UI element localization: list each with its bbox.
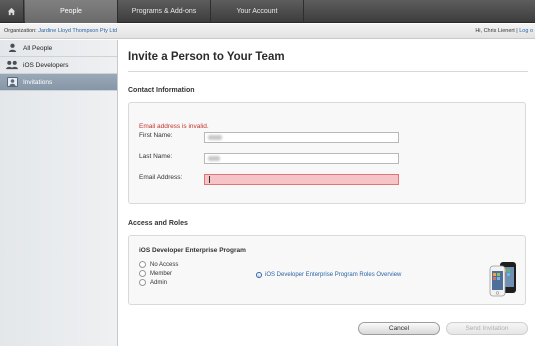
person-icon — [5, 43, 19, 54]
last-name-label: Last Name: — [139, 153, 173, 160]
user-greeting: Hi, Chris Lienert | — [475, 28, 518, 34]
role-label: No Access — [150, 261, 179, 268]
sidebar-item-all-people[interactable]: All People — [0, 40, 117, 57]
radio-button[interactable] — [139, 270, 146, 277]
roles-overview-label: iOS Developer Enterprise Program Roles O… — [265, 272, 402, 278]
top-nav-bar: People Programs & Add-ons Your Account — [0, 0, 535, 23]
people-group-icon — [5, 60, 19, 71]
cancel-button[interactable]: Cancel — [358, 322, 440, 335]
redacted-value — [208, 135, 222, 140]
home-button[interactable] — [0, 0, 24, 23]
info-icon: i — [256, 272, 262, 278]
home-icon — [7, 7, 16, 16]
sidebar-item-label: iOS Developers — [23, 61, 69, 69]
contact-info-panel: Email address is invalid. First Name: La… — [128, 102, 526, 204]
sidebar-item-ios-developers[interactable]: iOS Developers — [0, 57, 117, 74]
contact-info-heading: Contact Information — [128, 87, 195, 94]
user-info: Hi, Chris Lienert | Log o — [475, 28, 533, 34]
role-option-admin[interactable]: Admin — [139, 279, 167, 286]
iphone-icon — [489, 262, 516, 297]
page-title: Invite a Person to Your Team — [128, 51, 285, 63]
tab-people[interactable]: People — [25, 0, 118, 23]
logout-link[interactable]: Log o — [519, 28, 533, 34]
main-content: Invite a Person to Your Team Contact Inf… — [118, 40, 535, 346]
invitation-icon — [5, 77, 19, 88]
organization-info: Organization: Jardine Lloyd Thompson Pty… — [4, 28, 117, 34]
sidebar-item-invitations[interactable]: Invitations — [0, 74, 117, 91]
send-invitation-button[interactable]: Send Invitation — [446, 322, 528, 335]
organization-name-link[interactable]: Jardine Lloyd Thompson Pty Ltd — [38, 28, 117, 34]
program-name: iOS Developer Enterprise Program — [139, 247, 246, 254]
tab-your-account[interactable]: Your Account — [211, 0, 304, 23]
redacted-value — [208, 156, 220, 161]
organization-bar: Organization: Jardine Lloyd Thompson Pty… — [0, 24, 535, 39]
sidebar-item-label: Invitations — [23, 78, 53, 86]
email-error-message: Email address is invalid. — [139, 123, 209, 130]
role-option-member[interactable]: Member — [139, 270, 172, 277]
first-name-field[interactable] — [204, 132, 399, 143]
roles-overview-link[interactable]: i iOS Developer Enterprise Program Roles… — [256, 272, 401, 278]
radio-button[interactable] — [139, 261, 146, 268]
role-option-no-access[interactable]: No Access — [139, 261, 178, 268]
email-field[interactable] — [204, 174, 399, 185]
access-roles-panel: iOS Developer Enterprise Program No Acce… — [128, 235, 526, 305]
first-name-label: First Name: — [139, 132, 173, 139]
text-caret — [209, 176, 210, 183]
role-label: Admin — [150, 279, 168, 286]
sidebar-item-label: All People — [23, 44, 53, 52]
role-label: Member — [150, 270, 173, 277]
title-divider — [128, 71, 528, 72]
tab-programs-addons[interactable]: Programs & Add-ons — [118, 0, 211, 23]
access-roles-heading: Access and Roles — [128, 220, 188, 227]
sidebar: All People iOS Developers Invitations — [0, 40, 118, 346]
email-label: Email Address: — [139, 174, 183, 181]
organization-label: Organization: — [4, 28, 37, 34]
last-name-field[interactable] — [204, 153, 399, 164]
radio-button[interactable] — [139, 279, 146, 286]
